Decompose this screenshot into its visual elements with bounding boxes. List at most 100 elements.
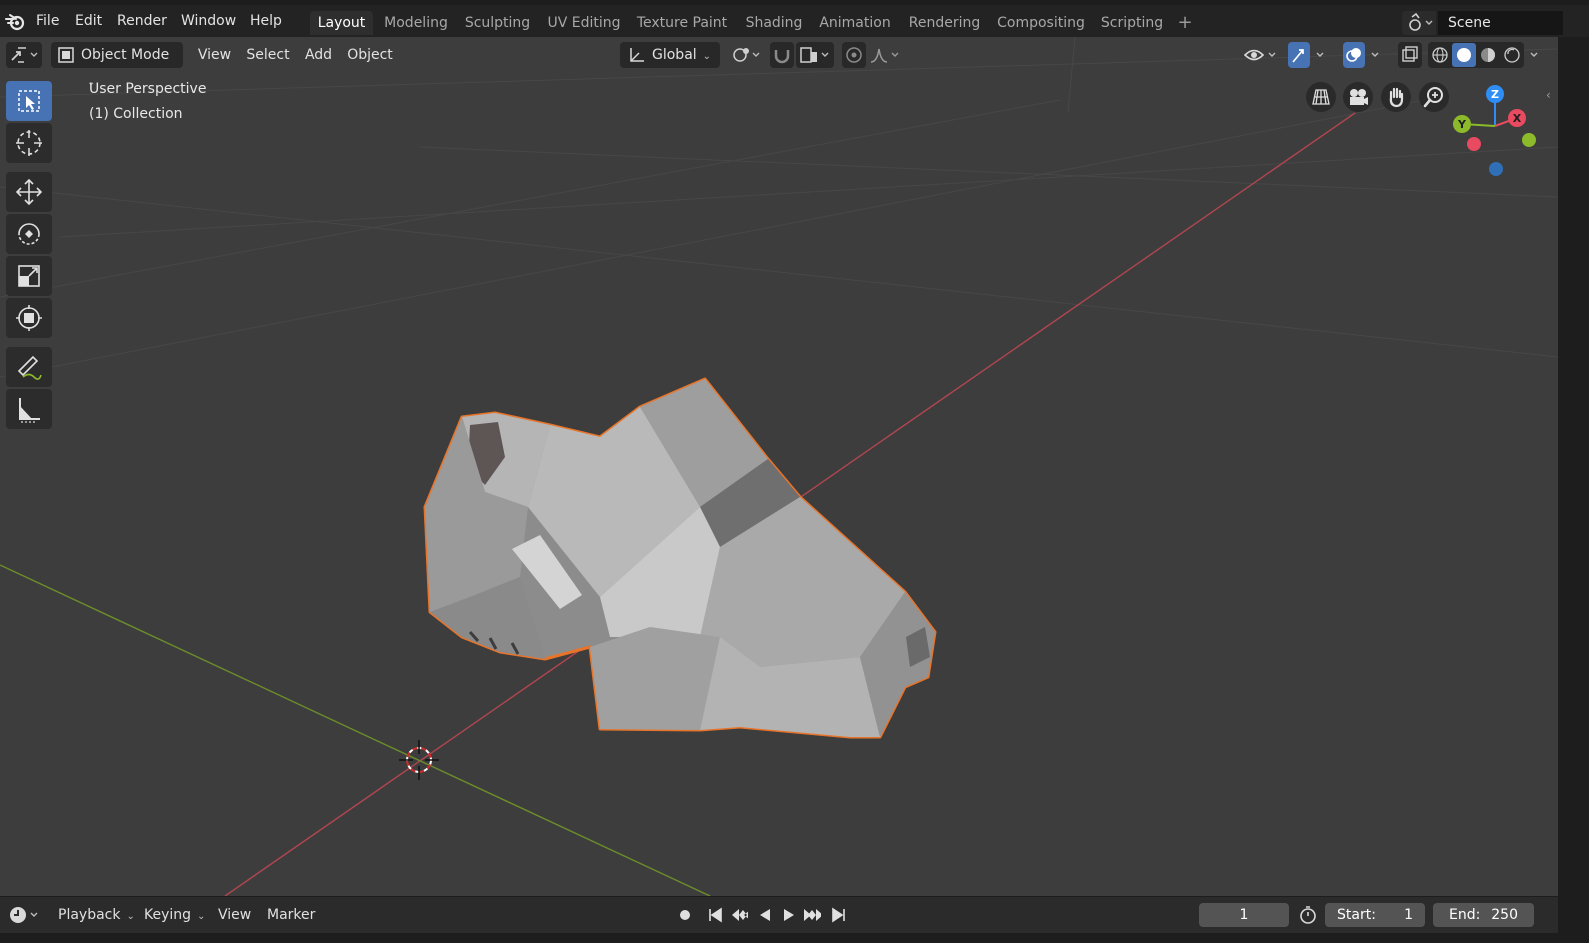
sidebar-toggle-icon[interactable]: ‹ (1546, 88, 1558, 106)
menu-window[interactable]: Window (181, 5, 236, 37)
scene-icon (1409, 12, 1433, 31)
pan-view-button[interactable] (1381, 82, 1411, 112)
menu-help[interactable]: Help (250, 5, 282, 37)
overlays-dropdown[interactable] (1366, 42, 1386, 68)
play-button[interactable] (780, 906, 798, 924)
overlays-toggle-button[interactable] (1343, 42, 1365, 68)
menu-view[interactable]: View (192, 42, 237, 68)
tab-shading[interactable]: Shading (742, 11, 806, 35)
y-axis-label: Y (1457, 118, 1467, 131)
start-frame-field[interactable]: Start: 1 (1325, 903, 1425, 927)
xray-icon (1402, 46, 1418, 62)
keying-label: Keying (144, 907, 192, 923)
shading-dropdown[interactable] (1525, 42, 1545, 68)
camera-icon (1350, 89, 1368, 105)
end-frame-field[interactable]: End: 250 (1433, 903, 1534, 927)
menu-file[interactable]: File (36, 5, 59, 37)
tab-animation[interactable]: Animation (815, 11, 895, 35)
tab-modeling[interactable]: Modeling (380, 11, 452, 35)
use-preview-range-button[interactable] (1298, 905, 1318, 925)
snap-target-button[interactable] (796, 42, 834, 68)
x-axis-label: X (1513, 112, 1522, 125)
timeline-editor-type-button[interactable] (6, 902, 42, 928)
select-box-icon (18, 90, 40, 112)
blender-logo-icon[interactable] (5, 13, 25, 31)
hand-icon (1389, 87, 1404, 108)
timeline-header: Playback ⌄ Keying ⌄ View Marker 1 Start: 1… (0, 897, 1558, 933)
proportional-editing-button[interactable] (842, 42, 866, 68)
neg-z-axis-icon[interactable] (1489, 162, 1503, 176)
chevron-down-icon (1371, 52, 1379, 57)
tool-annotate[interactable] (6, 347, 52, 387)
menu-edit[interactable]: Edit (75, 5, 102, 37)
status-bar (0, 933, 1589, 943)
playback-label: Playback (58, 907, 121, 923)
neg-y-axis-icon[interactable] (1522, 133, 1536, 147)
prev-keyframe-icon (732, 909, 748, 921)
tab-uv-editing[interactable]: UV Editing (544, 11, 624, 35)
pivot-point-icon (733, 48, 760, 62)
play-reverse-icon (760, 909, 770, 921)
next-keyframe-button[interactable] (803, 906, 821, 924)
prev-keyframe-button[interactable] (730, 906, 748, 924)
scene-selector-button[interactable] (1402, 11, 1436, 35)
falloff-button[interactable] (868, 42, 904, 68)
rotate-icon (18, 223, 40, 245)
jump-start-button[interactable] (706, 906, 724, 924)
menu-marker[interactable]: Marker (267, 902, 315, 928)
menu-select[interactable]: Select (242, 42, 294, 68)
snap-increment-icon (800, 47, 829, 63)
camera-view-button[interactable] (1343, 82, 1373, 112)
tab-layout[interactable]: Layout (310, 11, 373, 35)
grid-perspective-icon (1312, 89, 1330, 105)
transform-icon (16, 305, 42, 331)
wireframe-shading-icon[interactable] (1432, 47, 1448, 63)
object-mode-dropdown[interactable]: Object Mode⌄ (51, 42, 183, 88)
material-preview-shading-icon[interactable] (1481, 48, 1495, 62)
scene-name-field[interactable]: Scene (1438, 11, 1563, 35)
add-workspace-button[interactable]: + (1174, 11, 1196, 35)
menu-timeline-view[interactable]: View (218, 902, 251, 928)
jump-end-button[interactable] (830, 906, 848, 924)
menu-object[interactable]: Object (342, 42, 398, 68)
current-frame-field[interactable]: 1 (1199, 903, 1289, 927)
xray-toggle-button[interactable] (1398, 42, 1422, 68)
gizmo-dropdown[interactable] (1311, 42, 1331, 68)
start-label: Start: (1337, 907, 1376, 923)
selectability-visibility-button[interactable] (1241, 42, 1281, 68)
rendered-shading-icon[interactable] (1504, 47, 1520, 63)
transform-orientation-dropdown[interactable]: Global ⌄ (620, 42, 720, 68)
solid-shading-icon[interactable] (1457, 48, 1471, 62)
toggle-camera-view-button[interactable] (1306, 82, 1336, 112)
tool-scale[interactable] (6, 256, 52, 296)
play-reverse-button[interactable] (756, 906, 774, 924)
pivot-point-button[interactable] (728, 42, 764, 68)
tool-select-box[interactable] (6, 81, 52, 121)
snap-toggle-button[interactable] (770, 42, 794, 68)
tab-compositing[interactable]: Compositing (994, 11, 1088, 35)
3d-viewport[interactable]: Object Mode⌄ View Select Add Object Glob… (0, 37, 1558, 896)
tab-sculpting[interactable]: Sculpting (460, 11, 535, 35)
tool-move[interactable] (6, 172, 52, 212)
navigation-gizmo[interactable]: Z X Y (1445, 81, 1545, 181)
overlays-icon (1346, 48, 1361, 62)
tool-rotate[interactable] (6, 214, 52, 254)
editor-type-button[interactable] (6, 42, 42, 68)
tab-scripting[interactable]: Scripting (1097, 11, 1167, 35)
menu-keying[interactable]: Keying ⌄ (144, 902, 205, 928)
neg-x-axis-icon[interactable] (1467, 137, 1481, 151)
gizmo-toggle-button[interactable] (1288, 42, 1310, 68)
chevron-down-icon: ⌄ (702, 51, 712, 62)
menu-render[interactable]: Render (117, 5, 167, 37)
record-button[interactable] (676, 906, 694, 924)
tool-transform[interactable] (6, 298, 52, 338)
tab-rendering[interactable]: Rendering (904, 11, 985, 35)
tool-measure[interactable] (6, 389, 52, 429)
tool-cursor[interactable] (6, 123, 52, 163)
shoe-object[interactable] (423, 377, 937, 739)
menu-add[interactable]: Add (300, 42, 337, 68)
chevron-down-icon: ⌄ (197, 911, 206, 922)
menu-playback[interactable]: Playback ⌄ (58, 902, 135, 928)
tab-texture-paint[interactable]: Texture Paint (632, 11, 732, 35)
eye-icon (1243, 49, 1276, 61)
